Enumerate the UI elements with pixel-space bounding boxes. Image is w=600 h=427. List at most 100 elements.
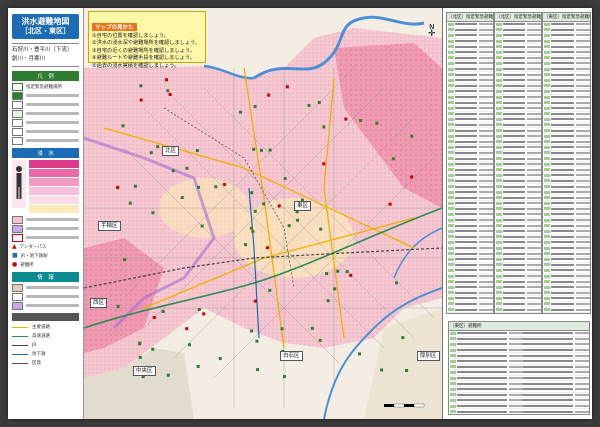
shelter-marker xyxy=(156,145,160,149)
shelter-marker xyxy=(196,364,200,368)
shelter-marker xyxy=(345,270,349,274)
shelter-marker xyxy=(319,227,323,231)
shelter-marker xyxy=(262,202,266,206)
title-box: 洪水避難地図 ［北区・東区］ xyxy=(12,14,79,39)
shelter-marker xyxy=(268,288,272,292)
line-legend-label: 主要道路 xyxy=(32,325,50,330)
shelter-marker xyxy=(137,342,141,346)
instruction-item: ⑤過去の浸水実績を確認しましょう。 xyxy=(92,62,180,69)
line-legend-label: 区境 xyxy=(32,361,41,366)
shelter-marker xyxy=(358,352,362,356)
ward-label-shiroishi: 白石区 xyxy=(280,351,303,361)
legend-item-label: JR・地下鉄駅 xyxy=(20,253,48,259)
shelter-marker xyxy=(171,169,175,173)
legend-item-label: 避難所 xyxy=(20,262,34,268)
shelter-marker xyxy=(187,343,191,347)
legend-item: ● 避難所 xyxy=(12,261,79,268)
map-subtitle: ［北区・東区］ xyxy=(21,27,70,35)
shelter-marker xyxy=(185,327,189,331)
shelter-marker xyxy=(410,134,414,138)
depth-swatch xyxy=(29,196,79,204)
legend-panel: 洪水避難地図 ［北区・東区］ 石狩川・豊平川（下流） 創川・月寒川 凡 例 指定… xyxy=(8,8,84,419)
instruction-item: ②洪水の浸水深や避難場所を確認しましょう。 xyxy=(92,40,201,47)
line-legend-label: 高速道路 xyxy=(32,334,50,339)
info-heading: 情 報 xyxy=(12,272,79,282)
station-icon: ■ xyxy=(12,252,18,259)
ward-label-chuo: 中央区 xyxy=(133,366,156,376)
shelter-marker xyxy=(197,185,201,189)
scale-bar xyxy=(384,403,425,408)
shelter-marker xyxy=(344,117,348,121)
river-name: 創川・月寒川 xyxy=(12,56,46,62)
lines-heading xyxy=(12,313,79,321)
shelter-icon: ● xyxy=(12,261,18,268)
river-names: 石狩川・豊平川（下流） 創川・月寒川 xyxy=(12,43,79,67)
legend-item xyxy=(12,100,79,109)
legend-item xyxy=(12,109,79,118)
list-rows xyxy=(447,22,493,313)
depth-legend xyxy=(12,160,79,214)
ward-label-nishi: 西区 xyxy=(90,298,108,308)
shelter-marker xyxy=(138,355,142,359)
shelter-marker xyxy=(394,281,398,285)
shelter-marker xyxy=(161,309,165,313)
legend-item-label: 指定緊急避難場所 xyxy=(26,84,62,90)
shelter-marker xyxy=(123,258,127,262)
shelter-marker xyxy=(277,204,281,208)
legend-heading: 凡 例 xyxy=(12,71,79,81)
shelter-marker xyxy=(149,151,153,155)
ward-label-higashi: 東区 xyxy=(294,201,312,211)
map-sheet: 洪水避難地図 ［北区・東区］ 石狩川・豊平川（下流） 創川・月寒川 凡 例 指定… xyxy=(8,8,592,419)
list-row xyxy=(495,313,541,314)
shelter-marker xyxy=(322,125,326,129)
shelter-marker xyxy=(121,124,125,128)
shelter-marker xyxy=(318,338,322,342)
ward-label-teine: 手稲区 xyxy=(98,221,121,231)
shelter-marker xyxy=(253,299,257,303)
depth-swatch xyxy=(29,205,79,213)
person-depth-icon xyxy=(12,160,26,208)
legend-item xyxy=(12,127,79,136)
line-legend-item: 地下鉄 xyxy=(12,351,79,357)
shelter-marker xyxy=(388,202,392,206)
line-legend-label: JR xyxy=(32,342,37,348)
shelter-marker xyxy=(223,183,227,187)
shelter-marker xyxy=(116,185,120,189)
list-row xyxy=(543,313,590,314)
shelter-marker xyxy=(250,329,254,333)
shelter-marker xyxy=(151,211,155,215)
shelter-marker xyxy=(336,269,340,273)
shelter-marker xyxy=(195,149,199,153)
shelter-marker xyxy=(239,110,243,114)
line-legend-item: 高速道路 xyxy=(12,333,79,339)
shelter-marker xyxy=(410,175,414,179)
shelter-marker xyxy=(287,224,291,228)
shelter-marker xyxy=(200,224,204,228)
legend-item xyxy=(12,91,79,100)
shelter-marker xyxy=(333,287,337,291)
depth-swatch xyxy=(29,187,79,195)
shelter-marker xyxy=(268,148,272,152)
legend-item xyxy=(12,215,79,224)
shelter-marker xyxy=(139,98,143,102)
shelter-marker xyxy=(322,162,326,166)
river-name: 石狩川・豊平川（下流） xyxy=(12,47,73,53)
shelter-marker xyxy=(256,368,260,372)
shelter-marker xyxy=(128,201,132,205)
shelter-marker xyxy=(249,226,253,230)
instruction-item: ④避難ルートや避難手段を確認しましょう。 xyxy=(92,55,195,62)
shelter-marker xyxy=(401,336,405,340)
shelter-marker xyxy=(251,229,255,233)
shelter-list-column: （北区）指定緊急避難場所 xyxy=(446,12,494,314)
shelter-marker xyxy=(359,118,363,122)
flood-map[interactable]: マップの見かた ①自宅の位置を確認しましょう。 ②洪水の浸水深や避難場所を確認し… xyxy=(84,8,443,419)
shelter-marker xyxy=(310,326,314,330)
legend-item xyxy=(12,292,79,301)
shelter-marker xyxy=(380,368,384,372)
shelter-list-column: （北区）指定緊急避難場所 xyxy=(494,12,542,314)
shelter-marker xyxy=(165,78,169,82)
shelter-marker xyxy=(151,347,155,351)
ward-label-atsubetsu: 厚別区 xyxy=(417,351,440,361)
line-legend-item: JR xyxy=(12,342,79,348)
depth-swatch xyxy=(29,169,79,177)
